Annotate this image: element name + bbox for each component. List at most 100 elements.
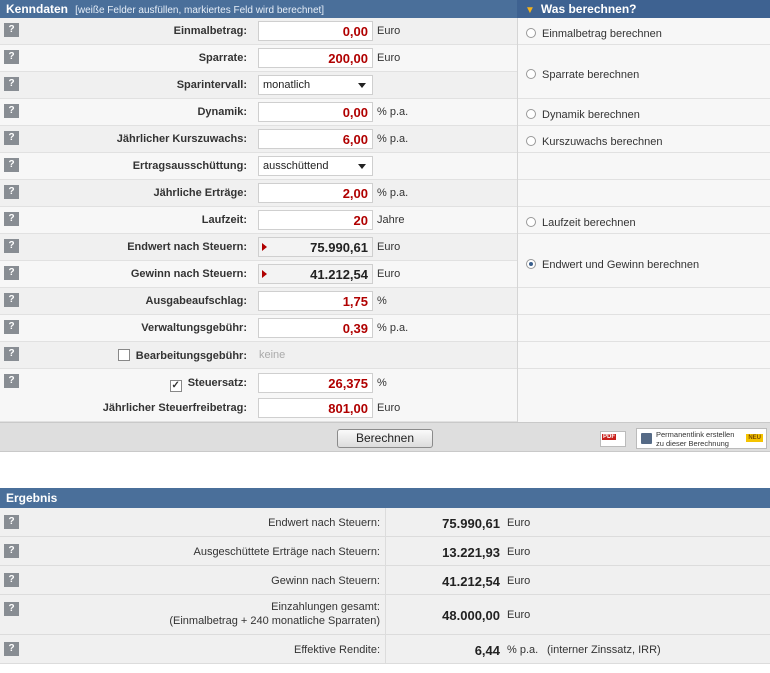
option-divider [518, 44, 770, 45]
radio-icon[interactable] [526, 217, 536, 227]
radio-selected-icon[interactable] [526, 259, 536, 269]
help-icon[interactable]: ? [4, 602, 19, 616]
ausschuettung-select[interactable]: ausschüttend [258, 156, 373, 176]
result-header: Ergebnis [0, 488, 770, 508]
verwaltung-label: Verwaltungsgebühr: [141, 322, 247, 334]
radio-icon[interactable] [526, 136, 536, 146]
sparrate-label: Sparrate: [198, 52, 247, 64]
result-value: 48.000,00 [442, 608, 500, 623]
result-label: Gewinn nach Steuern: [271, 575, 380, 587]
was-berechnen-title: Was berechnen? [540, 2, 637, 16]
column-divider [385, 537, 386, 565]
row-bearbeitung: ? Bearbeitungsgebühr: keine [0, 342, 517, 369]
verwaltung-unit: % p.a. [377, 322, 409, 334]
option-einmalbetrag[interactable]: Einmalbetrag berechnen [526, 28, 662, 40]
radio-icon[interactable] [526, 109, 536, 119]
dynamik-input[interactable]: 0,00 [258, 102, 373, 122]
result-value: 75.990,61 [442, 516, 500, 531]
permalink-text: Permanentlink erstellen zu dieser Berechn… [656, 430, 741, 448]
bearbeitung-checkbox[interactable] [117, 349, 130, 361]
sparrate-input[interactable]: 200,00 [258, 48, 373, 68]
collapse-arrow-icon[interactable]: ▼ [525, 5, 535, 16]
help-icon[interactable]: ? [4, 573, 19, 587]
kurszuwachs-label: Jährlicher Kurszuwachs: [116, 133, 247, 145]
option-divider [518, 152, 770, 153]
option-divider [518, 368, 770, 369]
ertraege-input[interactable]: 2,00 [258, 183, 373, 203]
option-sparrate[interactable]: Sparrate berechnen [526, 69, 639, 81]
steuersatz-checkbox[interactable]: ✓ [169, 380, 182, 392]
help-icon[interactable]: ? [4, 293, 19, 307]
row-verwaltung: ? Verwaltungsgebühr: 0,39 % p.a. [0, 315, 517, 342]
sparintervall-select[interactable]: monatlich [258, 75, 373, 95]
radio-icon[interactable] [526, 28, 536, 38]
row-laufzeit: ? Laufzeit: 20 Jahre [0, 207, 517, 234]
permalink-button[interactable]: Permanentlink erstellen zu dieser Berechn… [636, 428, 767, 449]
help-icon[interactable]: ? [4, 158, 19, 172]
ertraege-label: Jährliche Erträge: [153, 187, 247, 199]
row-steuer: ? ✓ Steuersatz: 26,375 % Jährlicher Steue… [0, 369, 517, 422]
help-icon[interactable]: ? [4, 212, 19, 226]
laufzeit-input[interactable]: 20 [258, 210, 373, 230]
gewinn-unit: Euro [377, 268, 401, 280]
result-row: ? Endwert nach Steuern: 75.990,61 Euro [0, 508, 770, 537]
column-divider [385, 635, 386, 663]
help-icon[interactable]: ? [4, 642, 19, 656]
result-sublabel: (Einmalbetrag + 240 monatliche Sparraten… [169, 615, 380, 627]
gewinn-output: 41.212,54 [258, 264, 373, 284]
result-unit: Euro [507, 517, 531, 529]
result-value: 13.221,93 [442, 545, 500, 560]
option-kurszuwachs[interactable]: Kurszuwachs berechnen [526, 136, 662, 148]
help-icon[interactable]: ? [4, 50, 19, 64]
row-endwert: ? Endwert nach Steuern: 75.990,61 Euro [0, 234, 517, 261]
option-sparrate-label: Sparrate berechnen [542, 69, 640, 81]
help-icon[interactable]: ? [4, 239, 19, 253]
result-row: ? Einzahlungen gesamt: (Einmalbetrag + 2… [0, 595, 770, 635]
row-ausschuettung: ? Ertragsausschüttung: ausschüttend [0, 153, 517, 180]
option-laufzeit[interactable]: Laufzeit berechnen [526, 217, 636, 229]
option-divider [518, 341, 770, 342]
result-value: 6,44 [474, 643, 500, 658]
chevron-down-icon [358, 83, 366, 88]
berechnen-button[interactable]: Berechnen [337, 429, 433, 448]
result-row: ? Ausgeschüttete Erträge nach Steuern: 1… [0, 537, 770, 566]
kenndaten-subtitle: [weiße Felder ausfüllen, markiertes Feld… [75, 5, 325, 16]
help-icon[interactable]: ? [4, 131, 19, 145]
steuersatz-input[interactable]: 26,375 [258, 373, 373, 393]
verwaltung-input[interactable]: 0,39 [258, 318, 373, 338]
pdf-label: PDF [602, 434, 616, 440]
option-divider [518, 179, 770, 180]
help-icon[interactable]: ? [4, 515, 19, 529]
gewinn-value: 41.212,54 [310, 267, 368, 282]
option-endwert[interactable]: Endwert und Gewinn berechnen [526, 259, 699, 271]
option-einmalbetrag-label: Einmalbetrag berechnen [542, 28, 662, 40]
laufzeit-unit: Jahre [377, 214, 405, 226]
einmalbetrag-input[interactable]: 0,00 [258, 21, 373, 41]
help-icon[interactable]: ? [4, 185, 19, 199]
help-icon[interactable]: ? [4, 104, 19, 118]
help-icon[interactable]: ? [4, 374, 19, 388]
help-icon[interactable]: ? [4, 77, 19, 91]
help-icon[interactable]: ? [4, 23, 19, 37]
result-label: Endwert nach Steuern: [268, 517, 380, 529]
bearbeitung-label: Bearbeitungsgebühr: [135, 350, 247, 362]
help-icon[interactable]: ? [4, 320, 19, 334]
option-divider [518, 314, 770, 315]
freibetrag-input[interactable]: 801,00 [258, 398, 373, 418]
freibetrag-label: Jährlicher Steuerfreibetrag: [102, 402, 247, 414]
help-icon[interactable]: ? [4, 347, 19, 361]
help-icon[interactable]: ? [4, 544, 19, 558]
ausgabeaufschlag-input[interactable]: 1,75 [258, 291, 373, 311]
result-label: Ausgeschüttete Erträge nach Steuern: [193, 546, 380, 558]
kurszuwachs-unit: % p.a. [377, 133, 409, 145]
steuersatz-label: Steuersatz: [187, 377, 247, 389]
help-icon[interactable]: ? [4, 266, 19, 280]
result-unit: Euro [507, 609, 531, 621]
radio-icon[interactable] [526, 69, 536, 79]
pdf-icon[interactable]: PDF [600, 431, 626, 447]
steuersatz-label-wrap: ✓ Steuersatz: [169, 377, 247, 392]
option-dynamik[interactable]: Dynamik berechnen [526, 109, 640, 121]
kurszuwachs-input[interactable]: 6,00 [258, 129, 373, 149]
gewinn-label: Gewinn nach Steuern: [130, 268, 247, 280]
save-disk-icon [641, 433, 652, 444]
